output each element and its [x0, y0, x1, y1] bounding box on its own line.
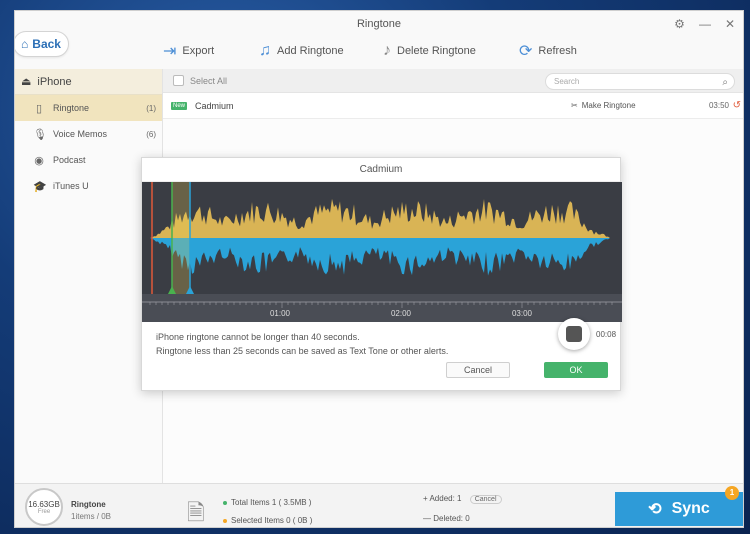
- storage-value: 16.63GB: [28, 499, 60, 509]
- sidebar-item-label: Podcast: [53, 155, 86, 165]
- app-window: Ringtone ⚙ — ✕ ⌂ Back ⇥ Export ♫ Add Rin…: [14, 10, 744, 528]
- delete-ringtone-button[interactable]: ♪ Delete Ringtone: [383, 37, 476, 65]
- added-count: + Added: 1 Cancel: [423, 494, 502, 504]
- delete-ringtone-label: Delete Ringtone: [397, 45, 476, 57]
- window-controls: ⚙ — ✕: [674, 11, 735, 37]
- tick-label-1: 01:00: [270, 309, 291, 318]
- sidebar-item-count: (6): [146, 129, 156, 139]
- new-badge: New: [171, 101, 188, 110]
- add-ringtone-button[interactable]: ♫ Add Ringtone: [259, 37, 344, 65]
- select-all-label[interactable]: Select All: [190, 76, 227, 86]
- timeline-bar: [142, 294, 622, 322]
- storage-indicator: 16.63GB Free: [25, 488, 63, 526]
- itunes-u-icon: 🎓: [33, 180, 47, 193]
- refresh-button[interactable]: ⟳ Refresh: [519, 37, 577, 65]
- device-header[interactable]: ⏏ iPhone: [15, 69, 162, 95]
- waveform-area[interactable]: 01:00 02:00 03:00: [142, 182, 622, 322]
- minimize-icon[interactable]: —: [699, 11, 711, 37]
- add-ringtone-label: Add Ringtone: [277, 45, 344, 57]
- sidebar-item-ringtone[interactable]: ▯ Ringtone (1): [15, 95, 162, 121]
- podcast-icon: ◉: [34, 154, 44, 167]
- make-ringtone-button[interactable]: ✂ Make Ringtone: [571, 101, 636, 110]
- export-label: Export: [182, 45, 215, 57]
- total-items: Total Items 1 ( 3.5MB ): [223, 498, 311, 507]
- footer-category-sub: 1items / 0B: [71, 512, 112, 521]
- back-button[interactable]: ⌂ Back: [15, 31, 69, 57]
- waveform-bottom: [150, 238, 610, 276]
- tick-label-3: 03:00: [512, 309, 533, 318]
- storage-label: Free: [37, 508, 51, 515]
- selected-items: Selected Items 0 ( 0B ): [223, 516, 312, 525]
- close-icon[interactable]: ✕: [725, 11, 735, 37]
- sidebar-item-label: iTunes U: [53, 181, 89, 191]
- eject-icon[interactable]: ⏏: [21, 75, 31, 88]
- sync-icon: ⟲: [648, 501, 662, 518]
- add-music-icon: ♫: [259, 42, 271, 59]
- undo-icon[interactable]: ↺: [733, 100, 741, 111]
- list-header: Select All Search ⌕: [163, 69, 743, 93]
- gear-icon[interactable]: ⚙: [674, 11, 685, 37]
- title-bar: Ringtone ⚙ — ✕: [15, 11, 743, 37]
- search-input[interactable]: Search ⌕: [545, 73, 735, 90]
- scissors-icon: ✂: [571, 101, 578, 110]
- text-tone-message: Ringtone less than 25 seconds can be sav…: [156, 346, 449, 356]
- waveform-top: [150, 198, 610, 238]
- deleted-count: — Deleted: 0: [423, 514, 470, 523]
- waveform[interactable]: 01:00 02:00 03:00: [142, 182, 622, 322]
- dialog-title: Cadmium: [142, 158, 620, 182]
- minus-icon: —: [423, 514, 434, 523]
- window-title: Ringtone: [356, 18, 402, 30]
- refresh-label: Refresh: [538, 45, 577, 57]
- phone-icon: ▯: [35, 102, 43, 115]
- sidebar-item-itunes-u[interactable]: 🎓 iTunes U: [15, 173, 162, 199]
- status-footer: 16.63GB Free Ringtone 1items / 0B 🗎 Tota…: [15, 483, 743, 527]
- ok-button[interactable]: OK: [544, 362, 608, 378]
- sidebar-item-label: Ringtone: [53, 103, 90, 113]
- sidebar-item-podcast[interactable]: ◉ Podcast: [15, 147, 162, 173]
- back-label: Back: [32, 37, 61, 51]
- playback-time: 00:08: [596, 330, 617, 339]
- sync-label: Sync: [671, 500, 710, 517]
- ringtone-editor-dialog: Cadmium 01:00 02:00 03:00 iPhone rington…: [141, 157, 622, 391]
- sync-button[interactable]: ⟲ Sync 1: [615, 486, 743, 526]
- cancel-button[interactable]: Cancel: [446, 362, 510, 378]
- stop-button[interactable]: [558, 318, 590, 350]
- stop-icon: [566, 326, 582, 342]
- device-name: iPhone: [37, 75, 72, 88]
- search-placeholder: Search: [554, 77, 580, 86]
- search-icon[interactable]: ⌕: [722, 75, 728, 90]
- delete-music-icon: ♪: [383, 42, 391, 59]
- export-icon: ⇥: [163, 43, 177, 60]
- mic-icon: 🎙: [33, 128, 47, 141]
- file-info-icon: 🗎: [187, 500, 205, 525]
- table-row[interactable]: New Cadmium ✂ Make Ringtone 03:50 ↺: [163, 93, 743, 119]
- ringtone-title: Cadmium: [195, 100, 234, 111]
- sync-badge: 1: [725, 486, 739, 500]
- selection-highlight: [172, 182, 190, 294]
- limit-message: iPhone ringtone cannot be longer than 40…: [156, 332, 360, 342]
- make-ringtone-label: Make Ringtone: [581, 101, 636, 110]
- toolbar: ⌂ Back ⇥ Export ♫ Add Ringtone ♪ Delete …: [15, 31, 743, 69]
- cancel-added-button[interactable]: Cancel: [469, 495, 502, 504]
- sidebar-item-voice-memos[interactable]: 🎙 Voice Memos (6): [15, 121, 162, 147]
- refresh-icon: ⟳: [519, 43, 533, 60]
- footer-category: Ringtone: [71, 500, 106, 509]
- select-all-checkbox[interactable]: [173, 75, 184, 86]
- tick-label-2: 02:00: [391, 309, 412, 318]
- home-icon: ⌂: [21, 37, 29, 51]
- sidebar-item-label: Voice Memos: [53, 129, 108, 139]
- sidebar-item-count: (1): [146, 103, 156, 113]
- duration: 03:50: [708, 101, 729, 110]
- export-button[interactable]: ⇥ Export: [163, 37, 214, 65]
